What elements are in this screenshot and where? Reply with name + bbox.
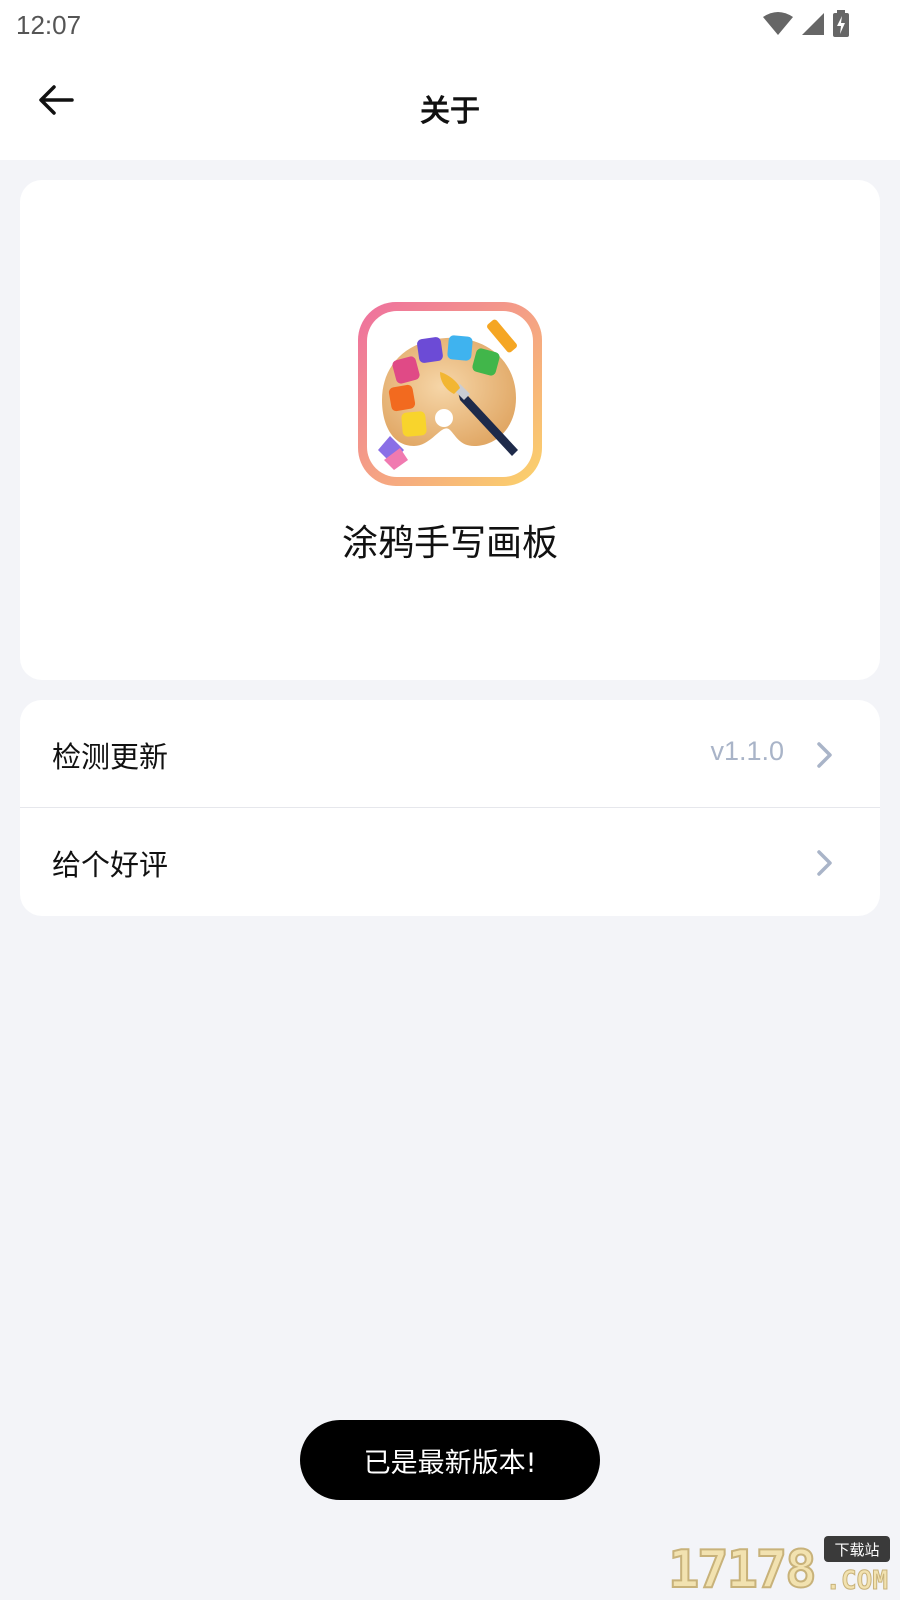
top-bar: 关于	[0, 52, 900, 160]
status-icons	[762, 10, 850, 42]
signal-icon	[800, 11, 826, 41]
watermark-suffix: .COM	[825, 1566, 889, 1597]
app-name: 涂鸦手写画板	[341, 523, 558, 564]
rate-app-label: 给个好评	[52, 848, 169, 882]
site-watermark: 17178 下载站 .COM	[667, 1536, 890, 1600]
chevron-right-icon	[814, 740, 836, 770]
settings-menu: 检测更新 v1.1.0 给个好评	[20, 700, 880, 916]
rate-app-row[interactable]: 给个好评	[20, 808, 880, 916]
page-title: 关于	[420, 94, 480, 129]
app-info-card: 涂鸦手写画板	[20, 180, 880, 680]
wifi-icon	[762, 11, 794, 41]
version-value: v1.1.0	[710, 736, 784, 766]
check-update-row[interactable]: 检测更新 v1.1.0	[20, 700, 880, 808]
palette-app-icon	[356, 300, 544, 488]
toast-message: 已是最新版本!	[300, 1420, 600, 1500]
chevron-right-icon	[814, 848, 836, 878]
status-time: 12:07	[16, 10, 82, 40]
status-bar: 12:07	[0, 0, 900, 52]
watermark-site-label: 下载站	[824, 1536, 890, 1562]
check-update-label: 检测更新	[52, 740, 169, 774]
battery-charging-icon	[832, 10, 850, 42]
watermark-digits: 17178	[667, 1539, 818, 1600]
